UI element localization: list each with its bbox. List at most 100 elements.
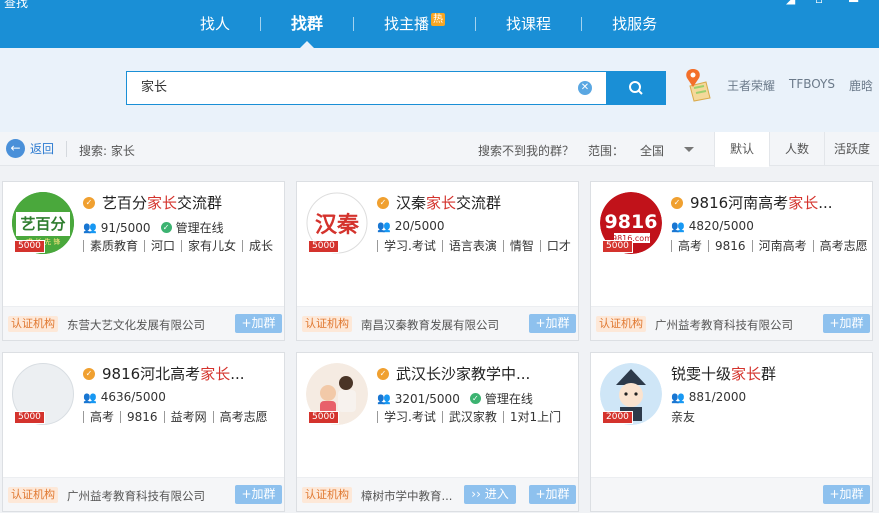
members-icon: 👥	[83, 221, 97, 234]
back-button[interactable]: ← 返回	[6, 139, 54, 158]
group-name[interactable]: ✓ 9816河北高考 家长...	[83, 363, 245, 384]
tag: 1对1上门	[502, 411, 567, 423]
member-count: 20/5000	[394, 219, 445, 233]
location-map-icon[interactable]	[684, 68, 712, 102]
clear-icon[interactable]: ✕	[578, 81, 592, 95]
sort-default[interactable]: 默认	[714, 132, 769, 167]
organization-name[interactable]: 南昌汉秦教育发展有限公司	[361, 317, 499, 333]
filter-bar: ← 返回 搜索: 家长 搜索不到我的群？ 范围： 全国 默认 人数 活跃度	[0, 132, 879, 167]
group-card[interactable]: 汉秦 5000 ✓ 汉秦 家长 交流群 👥 20/5000 学习.考试 语言表演 情智 口才 …	[296, 181, 579, 341]
group-name[interactable]: ✓ 9816河南高考 家长...	[671, 192, 833, 213]
group-tags: 高考 9816 益考网 高考志愿	[83, 410, 283, 424]
skin-icon[interactable]: ◢	[786, 0, 795, 6]
group-tags: 高考 9816 河南高考 高考志愿	[671, 239, 871, 253]
capacity-badge: 5000	[14, 411, 45, 424]
tab-find-services[interactable]: 找服务	[582, 0, 687, 48]
enter-group-button[interactable]: ›› 进入	[464, 485, 516, 504]
tag: 高考志愿	[212, 411, 274, 423]
check-icon: ✓	[469, 393, 481, 404]
members-icon: 👥	[377, 219, 391, 233]
group-stats: 👥 881/2000	[671, 390, 746, 404]
card-footer: 认证机构 广州益考教育科技有限公司 +加群	[591, 306, 872, 340]
nav-tabs: 找人 找群 找主播热 找课程 找服务	[170, 0, 687, 48]
hot-word[interactable]: 王者荣耀	[727, 77, 775, 94]
join-group-button[interactable]: +加群	[235, 485, 282, 504]
group-tags: 学习.考试 语言表演 情智 口才	[377, 239, 577, 253]
avatar-text: 9816	[605, 211, 658, 233]
member-count: 91/5000	[100, 220, 151, 235]
hot-search-words: 王者荣耀 TFBOYS 鹿晗	[727, 77, 873, 94]
group-card[interactable]: 艺百分成 长 先 锋 5000 ✓艺百分家长交流群 👥91/5000✓管理在线 …	[2, 181, 285, 341]
tag: 9816	[120, 411, 164, 423]
tag: 河南高考	[751, 240, 813, 252]
minimize-icon[interactable]: ▫	[815, 0, 823, 6]
group-card[interactable]: 5000 ✓ 9816河北高考 家长... 👥 4636/5000 高考 9816 益考网…	[2, 352, 285, 512]
group-name[interactable]: ✓ 汉秦 家长 交流群	[377, 192, 501, 213]
organization-name[interactable]: 广州益考教育科技有限公司	[655, 317, 793, 333]
group-name[interactable]: ✓ 艺百分 家长 交流群	[83, 192, 222, 213]
capacity-badge: 5000	[308, 411, 339, 424]
search-input[interactable]: 家长	[126, 71, 607, 105]
group-stats: 👥 91/5000 ✓ 管理在线	[83, 219, 224, 236]
member-count: 4636/5000	[100, 390, 166, 404]
group-card[interactable]: 2000 锐雯十级 家长群 👥 881/2000 亲友 +加群	[590, 352, 873, 512]
admin-online: 管理在线	[484, 392, 533, 406]
tag: 情智	[502, 240, 540, 252]
tag: 素质教育	[83, 240, 144, 252]
join-group-button[interactable]: +加群	[529, 314, 576, 333]
hot-word[interactable]: TFBOYS	[789, 77, 835, 94]
tab-find-groups[interactable]: 找群	[261, 0, 353, 48]
tag: 武汉家教	[441, 411, 503, 423]
chevron-down-icon[interactable]	[684, 147, 694, 152]
capacity-badge: 5000	[308, 240, 339, 253]
group-stats: 👥 4636/5000	[83, 390, 166, 404]
organization-name[interactable]: 东营大艺文化发展有限公司	[67, 317, 205, 333]
join-group-button[interactable]: +加群	[823, 485, 870, 504]
verified-icon: ✓	[671, 196, 683, 209]
sort-members[interactable]: 人数	[769, 132, 824, 166]
tab-find-people[interactable]: 找人	[170, 0, 260, 48]
certified-org-badge: 认证机构	[302, 316, 352, 332]
hot-badge: 热	[431, 13, 446, 26]
hot-word[interactable]: 鹿晗	[849, 77, 873, 94]
tag: 口才	[539, 240, 577, 252]
tab-find-streamers[interactable]: 找主播热	[354, 0, 475, 48]
tag: 成长	[242, 240, 279, 252]
group-name[interactable]: 锐雯十级 家长群	[671, 363, 776, 384]
certified-org-badge: 认证机构	[8, 316, 58, 332]
tag: 家有儿女	[181, 240, 242, 252]
group-card[interactable]: 5000 ✓ 武汉长沙家教学中... 👥 3201/5000 ✓ 管理在线 学习.考试武…	[296, 352, 579, 512]
join-group-button[interactable]: +加群	[235, 314, 282, 333]
group-name[interactable]: ✓ 武汉长沙家教学中...	[377, 363, 530, 384]
tag: 河口	[144, 240, 181, 252]
verified-icon: ✓	[83, 367, 95, 380]
capacity-badge: 2000	[602, 411, 633, 424]
tag: 9816	[708, 240, 752, 252]
avatar-text: 艺百分	[20, 215, 65, 233]
cant-find-group-link[interactable]: 搜索不到我的群？	[478, 142, 574, 159]
group-tags: 亲友	[671, 410, 871, 424]
card-footer: +加群	[591, 477, 872, 511]
search-icon	[629, 81, 643, 95]
card-footer: 认证机构 樟树市学中教育... ›› 进入 +加群	[297, 477, 578, 511]
close-icon[interactable]: ▬	[848, 0, 859, 6]
tag: 学习.考试	[377, 240, 442, 252]
back-arrow-icon: ←	[6, 139, 25, 158]
group-stats: 👥 20/5000	[377, 219, 445, 233]
region-select[interactable]: 全国	[640, 142, 664, 159]
member-count: 3201/5000	[394, 391, 460, 406]
join-group-button[interactable]: +加群	[823, 314, 870, 333]
search-button[interactable]	[606, 71, 666, 105]
join-group-button[interactable]: +加群	[529, 485, 576, 504]
card-footer: 认证机构 广州益考教育科技有限公司 +加群	[3, 477, 284, 511]
tag: 高考志愿	[812, 240, 871, 252]
verified-icon: ✓	[377, 196, 389, 209]
organization-name[interactable]: 广州益考教育科技有限公司	[67, 488, 205, 504]
check-icon: ✓	[160, 222, 172, 233]
sort-activity[interactable]: 活跃度	[824, 132, 879, 166]
members-icon: 👥	[671, 219, 685, 233]
sort-tabs: 默认 人数 活跃度	[714, 132, 879, 167]
group-card[interactable]: 9816 9816.com 5000 ✓ 9816河南高考 家长... 👥 4820/5…	[590, 181, 873, 341]
tab-find-courses[interactable]: 找课程	[476, 0, 581, 48]
organization-name[interactable]: 樟树市学中教育...	[361, 488, 452, 504]
